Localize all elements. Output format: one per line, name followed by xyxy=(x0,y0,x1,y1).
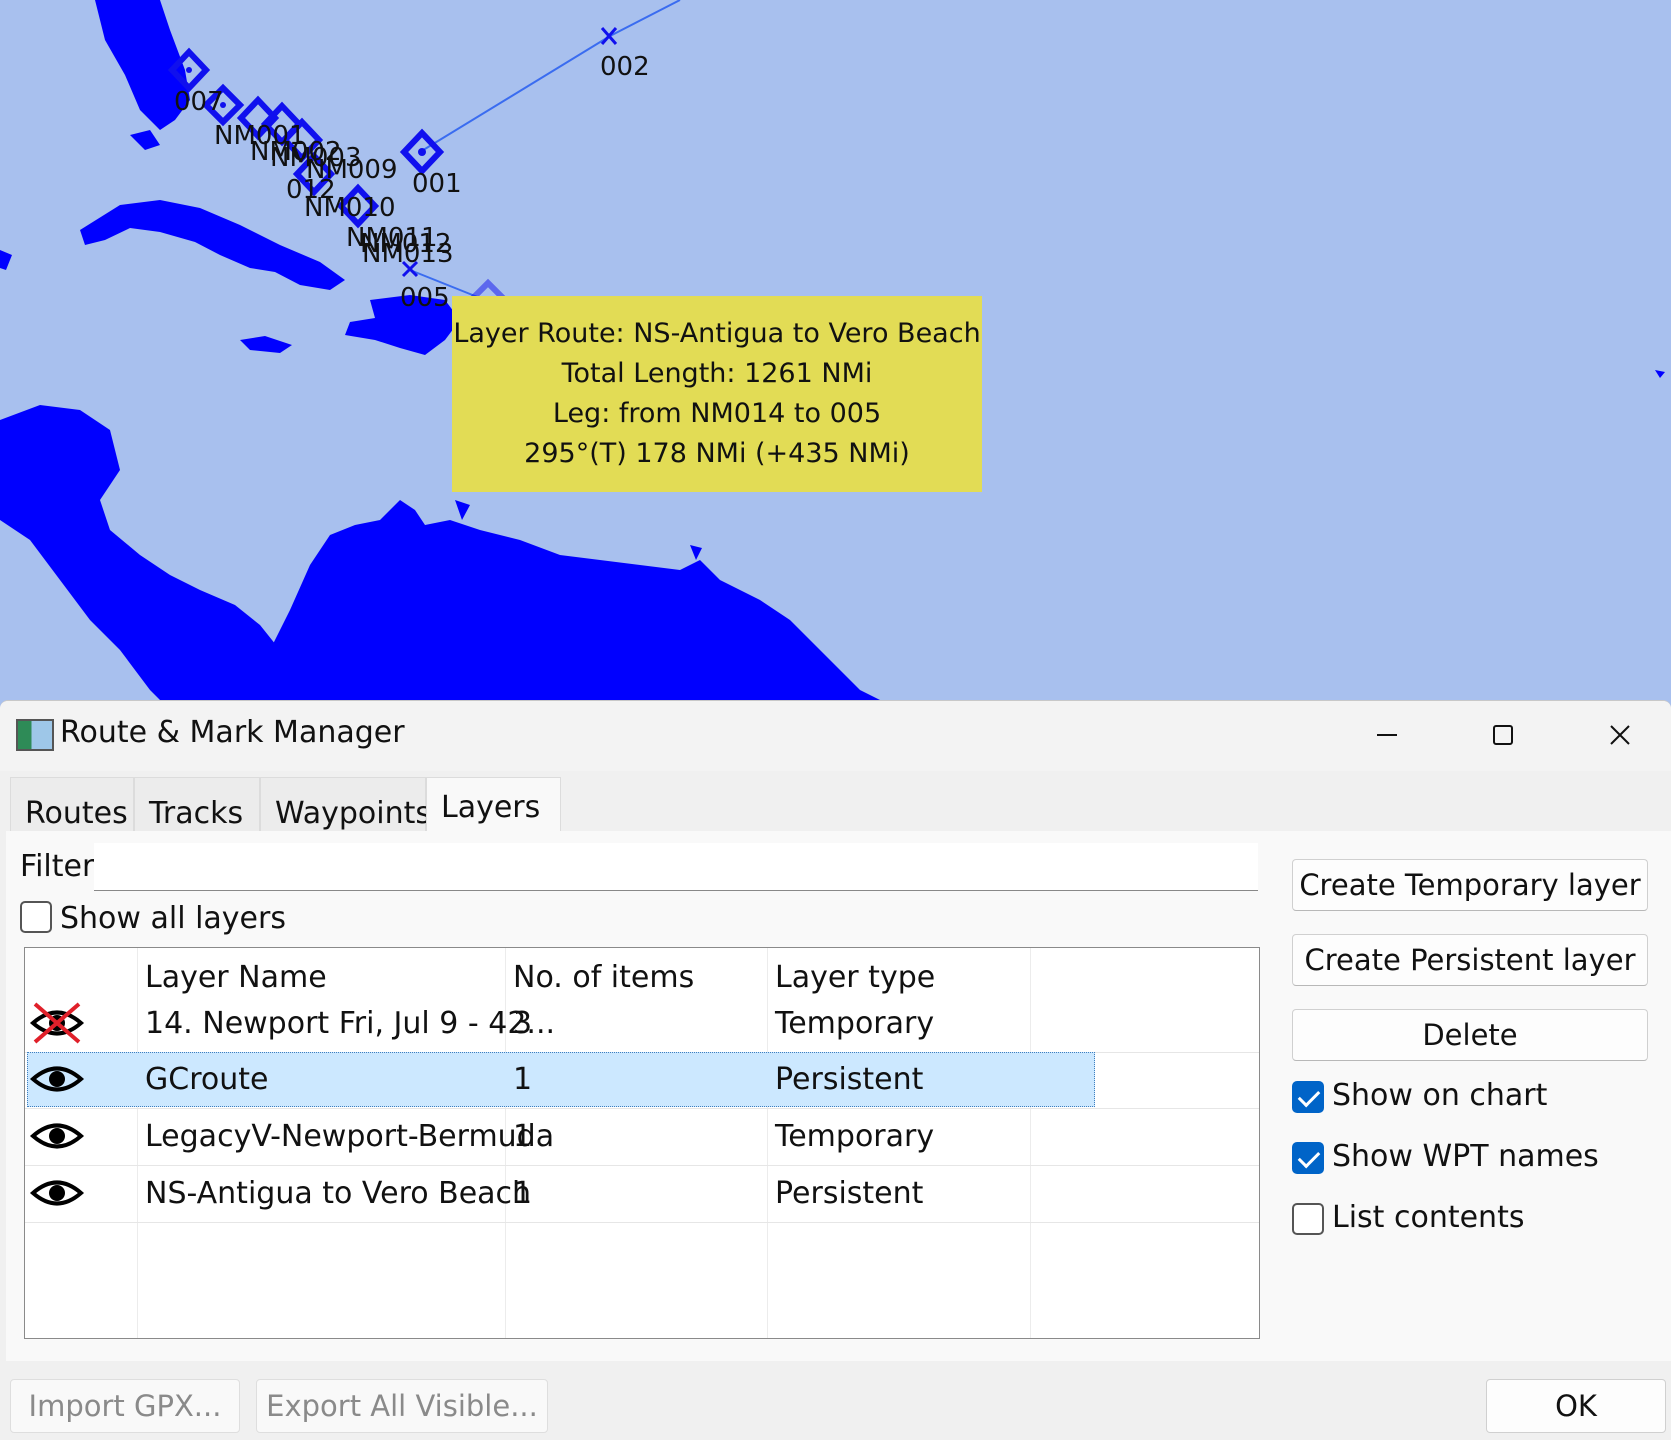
list-contents-checkbox[interactable] xyxy=(1292,1203,1324,1235)
show-on-chart-label[interactable]: Show on chart xyxy=(1332,1078,1547,1113)
create-temporary-layer-button[interactable]: Create Temporary layer xyxy=(1292,859,1648,911)
layer-name-cell: 14. Newport Fri, Jul 9 - 42... xyxy=(145,1006,556,1041)
tooltip-total-length: Total Length: 1261 NMi xyxy=(561,358,873,389)
filter-input[interactable] xyxy=(94,843,1258,891)
import-gpx-button[interactable]: Import GPX... xyxy=(10,1379,240,1433)
items-cell: 1 xyxy=(513,1176,533,1211)
list-contents-label[interactable]: List contents xyxy=(1332,1200,1524,1235)
layer-type-cell: Temporary xyxy=(775,1006,935,1041)
layer-type-cell: Temporary xyxy=(775,1119,935,1154)
table-row-selected[interactable]: GCroute 1 Persistent xyxy=(25,1052,1259,1109)
export-all-visible-button[interactable]: Export All Visible... xyxy=(256,1379,548,1433)
svg-text:005: 005 xyxy=(400,283,450,313)
show-all-layers-label[interactable]: Show all layers xyxy=(60,901,286,936)
layer-name-cell: NS-Antigua to Vero Beach xyxy=(145,1176,532,1211)
eye-hidden-icon[interactable] xyxy=(29,1000,85,1046)
maximize-icon xyxy=(1493,725,1513,745)
route-mark-manager-dialog: Route & Mark Manager Routes Tracks Waypo… xyxy=(0,700,1671,1440)
eye-icon[interactable] xyxy=(29,1170,85,1216)
svg-text:NM010: NM010 xyxy=(304,193,396,223)
tab-bar: Routes Tracks Waypoints Layers xyxy=(10,777,561,833)
tab-routes[interactable]: Routes xyxy=(10,777,134,833)
column-header-layer-name[interactable]: Layer Name xyxy=(145,960,327,995)
title-bar[interactable]: Route & Mark Manager xyxy=(0,701,1671,771)
layer-name-cell: LegacyV-Newport-Bermuda xyxy=(145,1119,555,1154)
eye-icon[interactable] xyxy=(29,1113,85,1159)
table-row[interactable]: LegacyV-Newport-Bermuda 1 Temporary xyxy=(25,1109,1259,1166)
delete-button[interactable]: Delete xyxy=(1292,1009,1648,1061)
show-all-layers-checkbox[interactable] xyxy=(20,901,52,933)
svg-text:NM013: NM013 xyxy=(362,239,454,269)
layers-table[interactable]: Layer Name No. of items Layer type 14. N… xyxy=(24,947,1260,1339)
show-on-chart-checkbox[interactable] xyxy=(1292,1081,1324,1113)
tooltip-leg: Leg: from NM014 to 005 xyxy=(552,398,882,429)
app-icon xyxy=(16,719,54,751)
table-row[interactable]: 14. Newport Fri, Jul 9 - 42... 3 Tempora… xyxy=(25,996,1259,1053)
tab-tracks[interactable]: Tracks xyxy=(134,777,260,833)
svg-text:001: 001 xyxy=(412,169,462,199)
layer-type-cell: Persistent xyxy=(775,1176,924,1211)
layer-name-cell: GCroute xyxy=(145,1062,269,1097)
tooltip-route-name: Layer Route: NS-Antigua to Vero Beach xyxy=(453,318,981,349)
tab-layers[interactable]: Layers xyxy=(426,777,561,833)
maximize-button[interactable] xyxy=(1468,707,1538,763)
layers-panel: Filter Show all layers Layer Name No. of… xyxy=(6,831,1671,1361)
items-cell: 3 xyxy=(513,1006,533,1041)
svg-text:007: 007 xyxy=(174,87,224,117)
minimize-button[interactable] xyxy=(1352,707,1422,763)
close-button[interactable] xyxy=(1585,707,1655,763)
window-title: Route & Mark Manager xyxy=(60,715,405,750)
column-header-items[interactable]: No. of items xyxy=(513,960,694,995)
show-wpt-names-label[interactable]: Show WPT names xyxy=(1332,1139,1599,1174)
tooltip-bearing-distance: 295°(T) 178 NMi (+435 NMi) xyxy=(524,438,910,469)
layer-type-cell: Persistent xyxy=(775,1062,924,1097)
show-wpt-names-checkbox[interactable] xyxy=(1292,1142,1324,1174)
close-icon xyxy=(1610,725,1630,745)
filter-label: Filter xyxy=(20,849,95,884)
ok-button[interactable]: OK xyxy=(1486,1379,1666,1433)
column-header-layer-type[interactable]: Layer type xyxy=(775,960,935,995)
create-persistent-layer-button[interactable]: Create Persistent layer xyxy=(1292,934,1648,986)
tab-waypoints[interactable]: Waypoints xyxy=(260,777,431,833)
eye-icon[interactable] xyxy=(29,1056,85,1102)
items-cell: 1 xyxy=(513,1062,533,1097)
svg-text:002: 002 xyxy=(600,52,650,82)
items-cell: 1 xyxy=(513,1119,533,1154)
minimize-icon xyxy=(1377,734,1397,736)
table-row[interactable]: NS-Antigua to Vero Beach 1 Persistent xyxy=(25,1166,1259,1223)
route-tooltip: Layer Route: NS-Antigua to Vero Beach To… xyxy=(452,296,982,492)
